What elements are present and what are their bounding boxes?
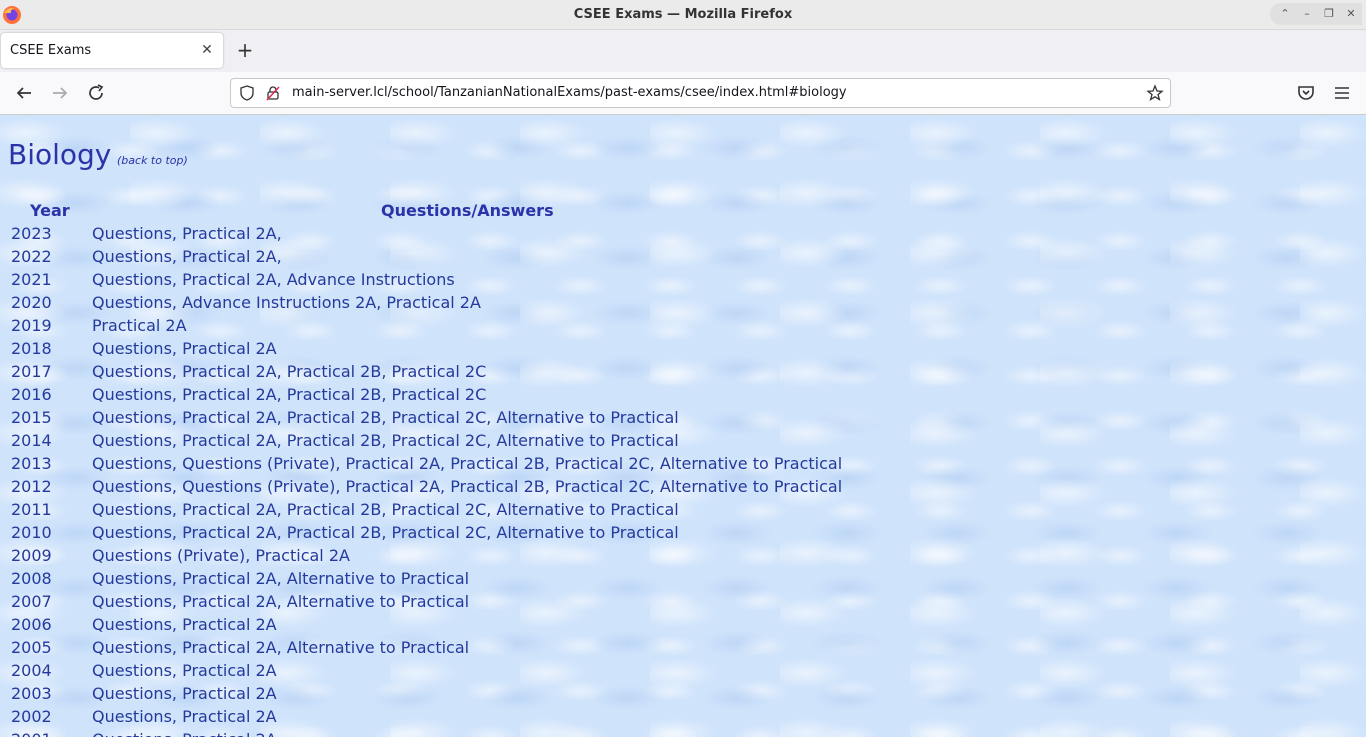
row-year: 2018	[11, 339, 52, 358]
table-row: 2018 Questions, Practical 2A	[0, 339, 1366, 362]
row-exam-links[interactable]: Questions, Questions (Private), Practica…	[92, 454, 842, 473]
table-row: 2020 Questions, Advance Instructions 2A, …	[0, 293, 1366, 316]
row-year: 2015	[11, 408, 52, 427]
table-row: 2022 Questions, Practical 2A,	[0, 247, 1366, 270]
table-row: 2009 Questions (Private), Practical 2A	[0, 546, 1366, 569]
row-exam-links[interactable]: Questions, Practical 2A, Practical 2B, P…	[92, 362, 486, 381]
row-year: 2021	[11, 270, 52, 289]
row-year: 2011	[11, 500, 52, 519]
row-exam-links[interactable]: Questions, Practical 2A, Practical 2B, P…	[92, 500, 679, 519]
insecure-lock-icon[interactable]	[265, 85, 281, 101]
table-row: 2006 Questions, Practical 2A	[0, 615, 1366, 638]
row-exam-links[interactable]: Questions, Practical 2A,	[92, 247, 282, 266]
table-row: 2011 Questions, Practical 2A, Practical 2…	[0, 500, 1366, 523]
forward-button[interactable]	[48, 81, 72, 105]
row-exam-links[interactable]: Questions, Practical 2A	[92, 707, 277, 726]
maximize-button[interactable]: ❐	[1322, 7, 1336, 21]
table-row: 2019 Practical 2A	[0, 316, 1366, 339]
row-exam-links[interactable]: Questions, Practical 2A, Practical 2B, P…	[92, 523, 679, 542]
table-row: 2005 Questions, Practical 2A, Alternative…	[0, 638, 1366, 661]
table-row: 2008 Questions, Practical 2A, Alternative…	[0, 569, 1366, 592]
row-exam-links[interactable]: Practical 2A	[92, 316, 187, 335]
row-exam-links[interactable]: Questions, Advance Instructions 2A, Prac…	[92, 293, 481, 312]
window-titlebar: CSEE Exams — Mozilla Firefox ⌃ – ❐ ✕	[0, 0, 1366, 30]
row-year: 2001	[11, 730, 52, 737]
row-year: 2017	[11, 362, 52, 381]
row-exam-links[interactable]: Questions, Practical 2A, Practical 2B, P…	[92, 431, 679, 450]
table-row: 2013 Questions, Questions (Private), Prac…	[0, 454, 1366, 477]
row-year: 2013	[11, 454, 52, 473]
window-up-icon[interactable]: ⌃	[1278, 7, 1292, 21]
row-exam-links[interactable]: Questions, Questions (Private), Practica…	[92, 477, 842, 496]
row-exam-links[interactable]: Questions, Practical 2A	[92, 661, 277, 680]
table-row: 2007 Questions, Practical 2A, Alternative…	[0, 592, 1366, 615]
table-row: 2023 Questions, Practical 2A,	[0, 224, 1366, 247]
row-exam-links[interactable]: Questions, Practical 2A, Practical 2B, P…	[92, 408, 679, 427]
row-year: 2004	[11, 661, 52, 680]
window-title: CSEE Exams — Mozilla Firefox	[573, 7, 793, 22]
row-exam-links[interactable]: Questions, Practical 2A,	[92, 224, 282, 243]
tab-label: CSEE Exams	[10, 43, 92, 58]
row-year: 2006	[11, 615, 52, 634]
window-controls: ⌃ – ❐ ✕	[1270, 3, 1362, 25]
table-row: 2012 Questions, Questions (Private), Prac…	[0, 477, 1366, 500]
row-year: 2008	[11, 569, 52, 588]
row-exam-links[interactable]: Questions, Practical 2A, Practical 2B, P…	[92, 385, 486, 404]
tracking-protection-shield-icon[interactable]	[239, 85, 255, 101]
row-exam-links[interactable]: Questions, Practical 2A	[92, 339, 277, 358]
reload-button[interactable]	[84, 81, 108, 105]
row-year: 2007	[11, 592, 52, 611]
row-year: 2023	[11, 224, 52, 243]
year-column-header: Year	[30, 201, 70, 220]
table-row: 2003 Questions, Practical 2A	[0, 684, 1366, 707]
row-year: 2019	[11, 316, 52, 335]
new-tab-button[interactable]: +	[233, 39, 257, 63]
back-to-top-link[interactable]: (back to top)	[117, 154, 188, 167]
navigation-toolbar: main-server.lcl/school/TanzanianNational…	[0, 72, 1366, 115]
table-row: 2015 Questions, Practical 2A, Practical 2…	[0, 408, 1366, 431]
row-exam-links[interactable]: Questions, Practical 2A	[92, 730, 277, 737]
row-year: 2020	[11, 293, 52, 312]
questions-answers-column-header: Questions/Answers	[381, 201, 554, 220]
url-bar[interactable]: main-server.lcl/school/TanzanianNational…	[230, 78, 1171, 108]
url-text[interactable]: main-server.lcl/school/TanzanianNational…	[292, 85, 847, 100]
row-exam-links[interactable]: Questions (Private), Practical 2A	[92, 546, 350, 565]
page-content: Biology (back to top) Year Questions/Ans…	[0, 115, 1366, 737]
table-row: 2014 Questions, Practical 2A, Practical 2…	[0, 431, 1366, 454]
row-year: 2012	[11, 477, 52, 496]
row-year: 2016	[11, 385, 52, 404]
tab-strip: CSEE Exams ✕ +	[0, 30, 1366, 72]
section-heading: Biology	[8, 138, 112, 171]
row-year: 2002	[11, 707, 52, 726]
row-year: 2009	[11, 546, 52, 565]
table-row: 2016 Questions, Practical 2A, Practical 2…	[0, 385, 1366, 408]
table-row: 2017 Questions, Practical 2A, Practical 2…	[0, 362, 1366, 385]
table-row: 2001 Questions, Practical 2A	[0, 730, 1366, 737]
row-year: 2005	[11, 638, 52, 657]
tab-csee-exams[interactable]: CSEE Exams ✕	[1, 33, 223, 68]
pocket-icon[interactable]	[1294, 81, 1318, 105]
table-row: 2010 Questions, Practical 2A, Practical 2…	[0, 523, 1366, 546]
table-row: 2021 Questions, Practical 2A, Advance Ins…	[0, 270, 1366, 293]
row-exam-links[interactable]: Questions, Practical 2A, Alternative to …	[92, 592, 469, 611]
row-exam-links[interactable]: Questions, Practical 2A, Alternative to …	[92, 638, 469, 657]
row-year: 2003	[11, 684, 52, 703]
row-exam-links[interactable]: Questions, Practical 2A, Alternative to …	[92, 569, 469, 588]
table-row: 2002 Questions, Practical 2A	[0, 707, 1366, 730]
minimize-button[interactable]: –	[1300, 7, 1314, 21]
row-exam-links[interactable]: Questions, Practical 2A	[92, 615, 277, 634]
bookmark-star-icon[interactable]	[1146, 84, 1164, 102]
row-year: 2010	[11, 523, 52, 542]
app-menu-icon[interactable]	[1330, 81, 1354, 105]
tab-close-icon[interactable]: ✕	[199, 42, 215, 58]
back-button[interactable]	[12, 81, 36, 105]
row-exam-links[interactable]: Questions, Practical 2A, Advance Instruc…	[92, 270, 455, 289]
close-window-button[interactable]: ✕	[1344, 7, 1358, 21]
row-year: 2022	[11, 247, 52, 266]
row-exam-links[interactable]: Questions, Practical 2A	[92, 684, 277, 703]
row-year: 2014	[11, 431, 52, 450]
table-row: 2004 Questions, Practical 2A	[0, 661, 1366, 684]
